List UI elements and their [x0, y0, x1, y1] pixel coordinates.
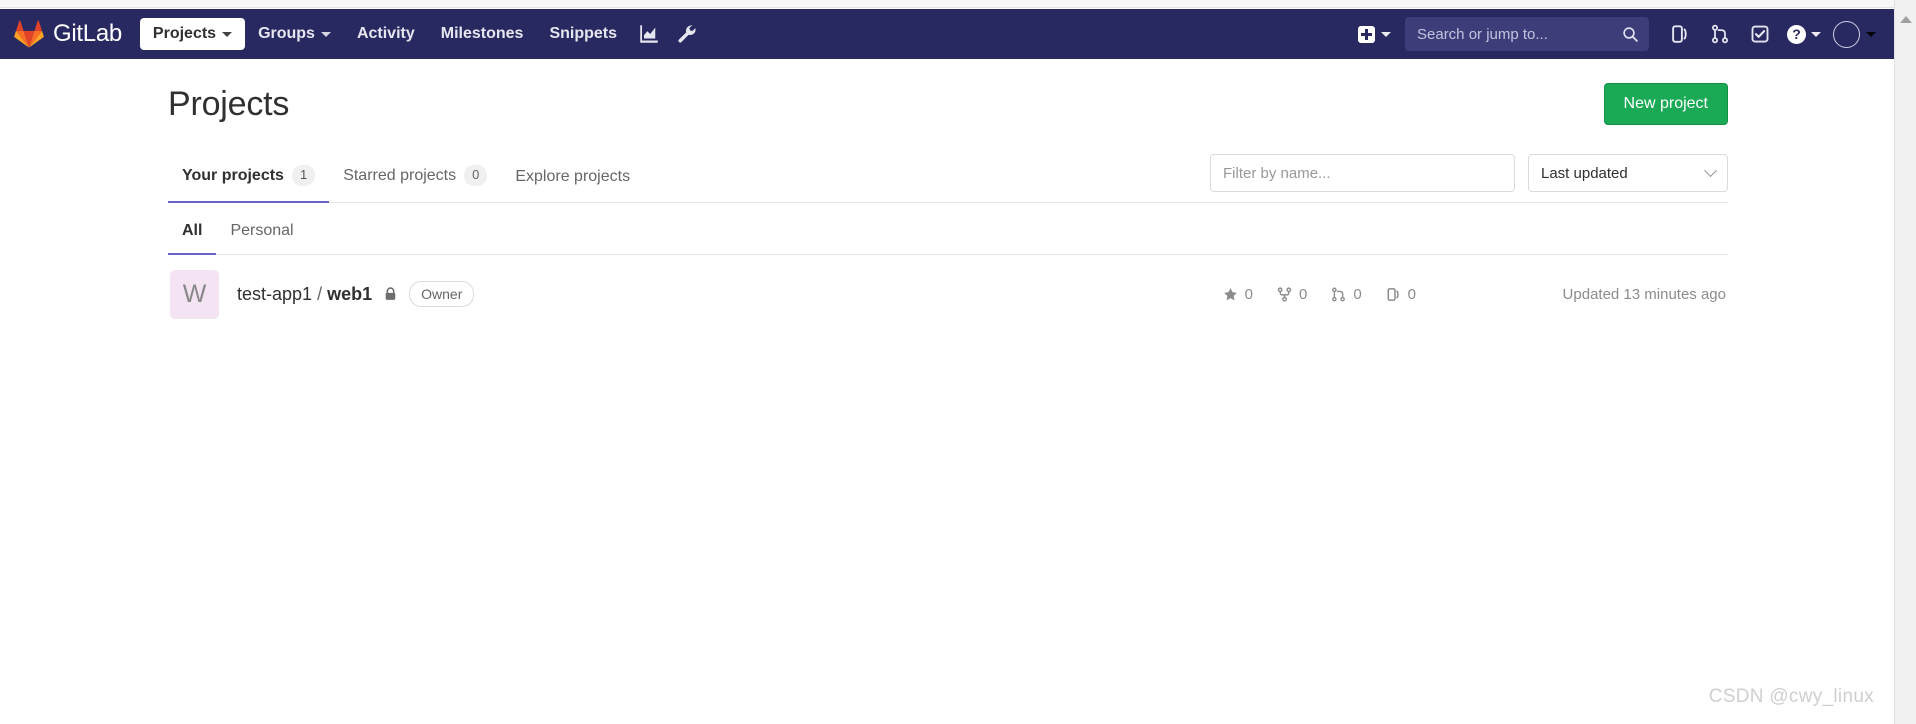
watermark-text: CSDN @cwy_linux: [1708, 686, 1874, 707]
project-stars-stat[interactable]: 0: [1223, 286, 1253, 303]
project-namespace: test-app1: [237, 283, 313, 304]
page-title: Projects: [168, 84, 290, 123]
projects-subtabs-row: All Personal: [168, 203, 1728, 255]
project-name-separator: /: [317, 283, 323, 304]
chevron-down-icon: [1811, 31, 1821, 37]
scrollbar-up-arrow[interactable]: [1895, 9, 1916, 29]
tab-your-projects-label: Your projects: [182, 166, 284, 184]
project-issues-value: 0: [1407, 285, 1416, 303]
project-updated-timestamp: Updated 13 minutes ago: [1562, 285, 1726, 303]
nav-item-groups[interactable]: Groups: [245, 18, 344, 50]
merge-requests-button[interactable]: [1703, 17, 1737, 51]
project-merge-requests-value: 0: [1353, 285, 1362, 303]
issue-icon: [1387, 287, 1399, 301]
sort-order-select[interactable]: Last updated: [1528, 154, 1728, 192]
project-stats: 0 0 0 0: [1223, 286, 1426, 303]
new-project-button[interactable]: New project: [1603, 83, 1728, 125]
admin-area-button[interactable]: [670, 17, 704, 51]
chevron-down-icon: [1704, 163, 1717, 177]
project-forks-value: 0: [1298, 285, 1308, 303]
star-icon: [1223, 287, 1237, 300]
project-avatar: W: [170, 269, 219, 319]
fork-icon: [1277, 286, 1292, 302]
gitlab-tanuki-logo-icon: [14, 20, 44, 48]
tab-starred-projects-count: 0: [464, 165, 488, 186]
nav-item-milestones-label: Milestones: [440, 25, 524, 42]
nav-item-snippets-label: Snippets: [549, 25, 617, 42]
issues-button[interactable]: [1663, 17, 1697, 51]
issues-icon: [1672, 25, 1687, 43]
tab-your-projects-count: 1: [291, 165, 316, 186]
project-identity: test-app1 / web1 Owner: [237, 280, 475, 308]
projects-tabs: Your projects 1 Starred projects 0 Explo…: [168, 143, 644, 203]
project-forks-stat[interactable]: 0: [1277, 286, 1307, 303]
chevron-down-icon: [1866, 31, 1876, 37]
chevron-down-icon: [222, 31, 233, 37]
projects-list: W test-app1 / web1 Owner 0 0 0 0 Updated…: [168, 255, 1728, 333]
projects-tabs-row: Your projects 1 Starred projects 0 Explo…: [168, 143, 1728, 203]
project-name-link[interactable]: test-app1 / web1: [237, 284, 372, 305]
page-content: Projects New project Your projects 1 Sta…: [0, 59, 1894, 724]
gitlab-home-link[interactable]: GitLab: [14, 20, 122, 48]
analytics-chart-button[interactable]: [632, 17, 666, 51]
filter-by-name-input[interactable]: [1210, 154, 1515, 192]
nav-item-activity[interactable]: Activity: [344, 18, 428, 50]
tab-starred-projects-label: Starred projects: [343, 166, 457, 184]
top-navigation-bar: GitLab Projects Groups Activity Mileston…: [0, 9, 1894, 59]
browser-top-strip: [0, 0, 1894, 8]
avatar-icon: [1833, 20, 1860, 48]
content-container: Projects New project Your projects 1 Sta…: [168, 59, 1728, 333]
chevron-down-icon: [320, 31, 331, 37]
subtab-personal[interactable]: Personal: [216, 222, 307, 255]
nav-item-projects-label: Projects: [152, 25, 217, 42]
gitlab-projects-page: GitLab Projects Groups Activity Mileston…: [0, 0, 1916, 724]
nav-item-groups-label: Groups: [258, 25, 315, 42]
sort-order-value: Last updated: [1541, 164, 1628, 182]
gitlab-brand-text: GitLab: [53, 20, 122, 47]
nav-item-milestones[interactable]: Milestones: [428, 18, 537, 50]
navbar-right-group: ?: [1350, 17, 1882, 51]
project-list-item[interactable]: W test-app1 / web1 Owner 0 0 0 0 Updated…: [168, 255, 1728, 333]
project-role-badge: Owner: [409, 280, 475, 308]
tab-your-projects[interactable]: Your projects 1: [168, 165, 330, 203]
analytics-chart-icon: [640, 25, 658, 43]
projects-filter-controls: Last updated: [1210, 154, 1728, 202]
plus-icon: [1358, 25, 1375, 43]
search-icon: [1623, 26, 1638, 42]
user-menu-button[interactable]: [1827, 20, 1876, 48]
tab-starred-projects[interactable]: Starred projects 0: [329, 165, 501, 203]
help-icon: ?: [1787, 24, 1806, 44]
project-stars-value: 0: [1244, 285, 1253, 303]
project-merge-requests-stat[interactable]: 0: [1331, 285, 1362, 303]
nav-item-projects[interactable]: Projects: [139, 18, 246, 50]
navbar-left-group: GitLab Projects Groups Activity Mileston…: [14, 9, 706, 59]
chevron-down-icon: [1381, 31, 1391, 37]
tab-explore-projects-label: Explore projects: [515, 168, 631, 185]
merge-requests-icon: [1711, 24, 1729, 44]
merge-request-icon: [1332, 287, 1346, 301]
project-issues-stat[interactable]: 0: [1386, 286, 1416, 303]
todos-done-icon: [1751, 25, 1769, 43]
lock-icon: [385, 287, 396, 300]
admin-wrench-icon: [678, 25, 696, 43]
nav-item-snippets[interactable]: Snippets: [536, 18, 630, 50]
page-header: Projects New project: [168, 59, 1728, 131]
global-search-box[interactable]: [1405, 17, 1649, 51]
subtab-all[interactable]: All: [168, 222, 217, 255]
chevron-up-icon: [1900, 15, 1912, 23]
page-scrollbar[interactable]: [1894, 0, 1916, 724]
todos-button[interactable]: [1743, 17, 1777, 51]
nav-item-activity-label: Activity: [356, 25, 415, 42]
help-menu-button[interactable]: ?: [1781, 24, 1825, 44]
project-name: web1: [327, 283, 373, 304]
tab-explore-projects[interactable]: Explore projects: [501, 168, 644, 203]
search-input[interactable]: [1417, 25, 1622, 43]
create-new-button[interactable]: [1350, 20, 1397, 49]
